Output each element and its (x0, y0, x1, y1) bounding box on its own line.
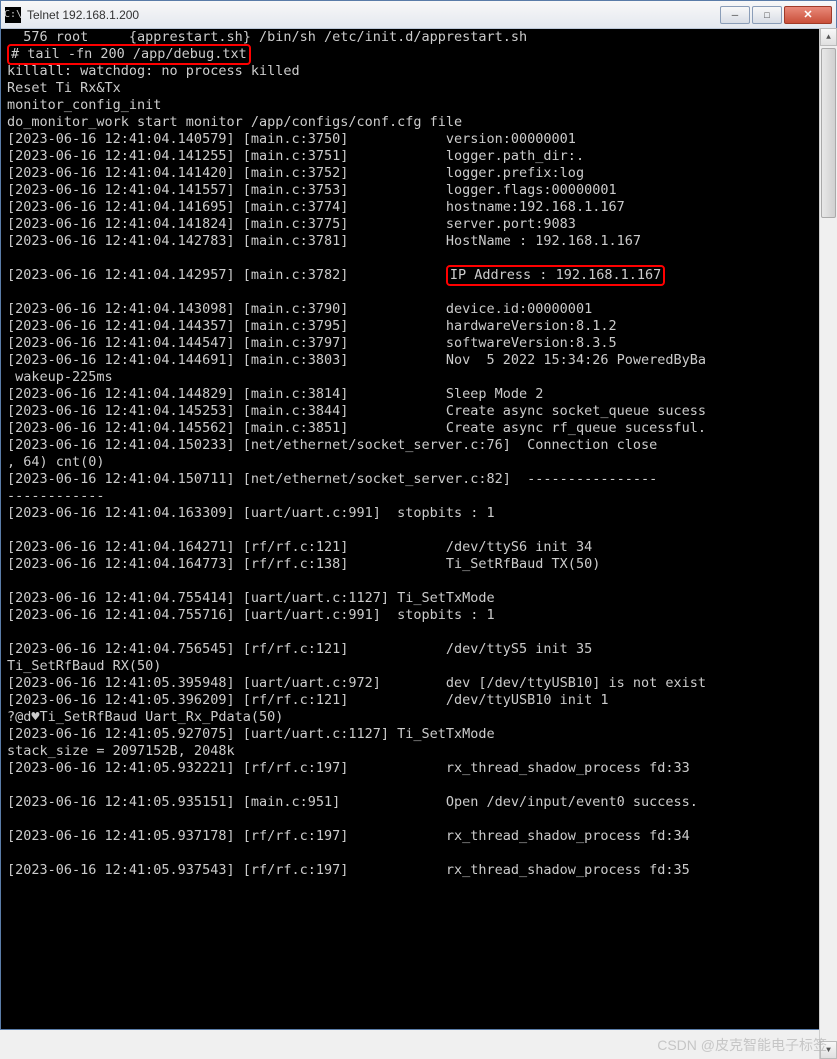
scroll-thumb[interactable] (821, 48, 836, 218)
terminal-line (7, 250, 830, 267)
terminal-line: [2023-06-16 12:41:04.756545] [rf/rf.c:12… (7, 641, 830, 658)
terminal-line: killall: watchdog: no process killed (7, 63, 830, 80)
highlight-ip: IP Address : 192.168.1.167 (446, 265, 665, 286)
titlebar[interactable]: C:\ Telnet 192.168.1.200 ─ □ ✕ (1, 1, 836, 29)
terminal-line: [2023-06-16 12:41:04.150711] [net/ethern… (7, 471, 830, 488)
window-title: Telnet 192.168.1.200 (27, 8, 720, 22)
terminal-line (7, 777, 830, 794)
terminal-line (7, 624, 830, 641)
terminal-line: [2023-06-16 12:41:04.163309] [uart/uart.… (7, 505, 830, 522)
app-icon: C:\ (5, 7, 21, 23)
terminal-line: [2023-06-16 12:41:04.164271] [rf/rf.c:12… (7, 539, 830, 556)
terminal-line: [2023-06-16 12:41:04.150233] [net/ethern… (7, 437, 830, 454)
terminal-line: [2023-06-16 12:41:05.937178] [rf/rf.c:19… (7, 828, 830, 845)
terminal-line: [2023-06-16 12:41:04.144829] [main.c:381… (7, 386, 830, 403)
terminal-line: Ti_SetRfBaud RX(50) (7, 658, 830, 675)
terminal-line: Reset Ti Rx&Tx (7, 80, 830, 97)
terminal-line: [2023-06-16 12:41:04.141557] [main.c:375… (7, 182, 830, 199)
terminal-line: [2023-06-16 12:41:04.755414] [uart/uart.… (7, 590, 830, 607)
terminal-line: [2023-06-16 12:41:04.144691] [main.c:380… (7, 352, 830, 369)
terminal-line: [2023-06-16 12:41:04.141695] [main.c:377… (7, 199, 830, 216)
terminal-line (7, 845, 830, 862)
terminal-line: [2023-06-16 12:41:04.755716] [uart/uart.… (7, 607, 830, 624)
terminal-output[interactable]: 576 root {apprestart.sh} /bin/sh /etc/in… (1, 29, 836, 1029)
terminal-line: [2023-06-16 12:41:04.142783] [main.c:378… (7, 233, 830, 250)
terminal-line: [2023-06-16 12:41:05.937543] [rf/rf.c:19… (7, 862, 830, 879)
terminal-line: ------------ (7, 488, 830, 505)
terminal-line: [2023-06-16 12:41:04.140579] [main.c:375… (7, 131, 830, 148)
highlight-command: # tail -fn 200 /app/debug.txt (7, 44, 251, 65)
terminal-line (7, 522, 830, 539)
minimize-button[interactable]: ─ (720, 6, 750, 24)
terminal-line (7, 811, 830, 828)
terminal-line: [2023-06-16 12:41:05.396209] [rf/rf.c:12… (7, 692, 830, 709)
terminal-line: [2023-06-16 12:41:04.144547] [main.c:379… (7, 335, 830, 352)
terminal-line (7, 573, 830, 590)
terminal-line: [2023-06-16 12:41:04.144357] [main.c:379… (7, 318, 830, 335)
terminal-line: [2023-06-16 12:41:04.141824] [main.c:377… (7, 216, 830, 233)
terminal-line: [2023-06-16 12:41:04.143098] [main.c:379… (7, 301, 830, 318)
terminal-line: stack_size = 2097152B, 2048k (7, 743, 830, 760)
vertical-scrollbar[interactable]: ▲ ▼ (819, 28, 837, 1059)
maximize-button[interactable]: □ (752, 6, 782, 24)
terminal-line: [2023-06-16 12:41:04.141255] [main.c:375… (7, 148, 830, 165)
terminal-line: [2023-06-16 12:41:04.141420] [main.c:375… (7, 165, 830, 182)
terminal-line: [2023-06-16 12:41:04.164773] [rf/rf.c:13… (7, 556, 830, 573)
close-button[interactable]: ✕ (784, 6, 832, 24)
terminal-line: [2023-06-16 12:41:05.395948] [uart/uart.… (7, 675, 830, 692)
watermark: CSDN @皮克智能电子标签 (657, 1035, 827, 1055)
terminal-line: ?@d♥Ti_SetRfBaud Uart_Rx_Pdata(50) (7, 709, 830, 726)
ip-address-line: [2023-06-16 12:41:04.142957] [main.c:378… (7, 267, 830, 284)
window-controls: ─ □ ✕ (720, 6, 832, 24)
terminal-line: [2023-06-16 12:41:05.932221] [rf/rf.c:19… (7, 760, 830, 777)
terminal-line (7, 284, 830, 301)
telnet-window: C:\ Telnet 192.168.1.200 ─ □ ✕ 576 root … (0, 0, 837, 1030)
terminal-line: monitor_config_init (7, 97, 830, 114)
terminal-line: [2023-06-16 12:41:05.927075] [uart/uart.… (7, 726, 830, 743)
terminal-line: [2023-06-16 12:41:04.145253] [main.c:384… (7, 403, 830, 420)
terminal-line: [2023-06-16 12:41:04.145562] [main.c:385… (7, 420, 830, 437)
terminal-line: wakeup-225ms (7, 369, 830, 386)
terminal-line: , 64) cnt(0) (7, 454, 830, 471)
scroll-up-button[interactable]: ▲ (820, 28, 837, 46)
terminal-line: do_monitor_work start monitor /app/confi… (7, 114, 830, 131)
terminal-line: [2023-06-16 12:41:05.935151] [main.c:951… (7, 794, 830, 811)
command-line: # tail -fn 200 /app/debug.txt (7, 46, 830, 63)
